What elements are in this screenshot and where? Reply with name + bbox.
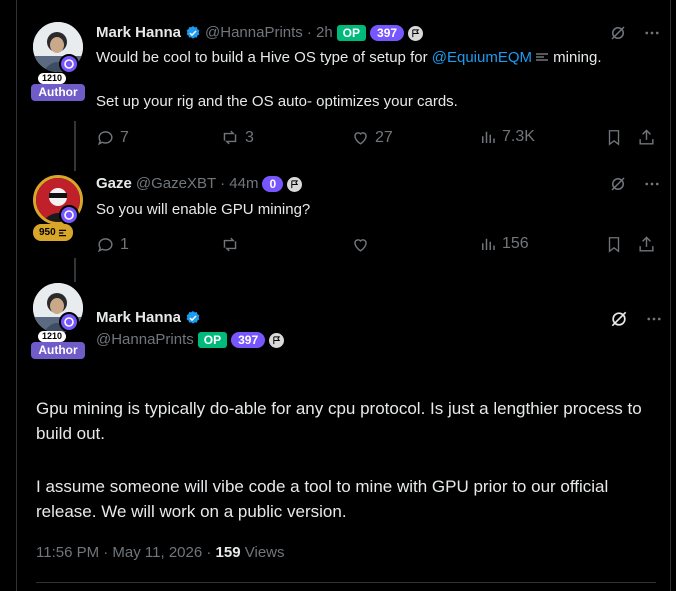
flag-icon bbox=[269, 332, 285, 348]
like-button[interactable] bbox=[351, 235, 375, 254]
equium-icon bbox=[64, 59, 74, 69]
equium-badge bbox=[59, 54, 79, 74]
flag-icon bbox=[408, 25, 424, 41]
author-badge: Author bbox=[31, 342, 85, 359]
repost-button[interactable] bbox=[220, 235, 245, 254]
tweet-time[interactable]: · 2h bbox=[307, 24, 333, 42]
conversation-column: 1210 Author Mark Hanna @HannaPrints · 2h… bbox=[16, 0, 671, 591]
level-badge: 397 bbox=[370, 25, 405, 41]
like-icon bbox=[354, 239, 367, 252]
thread-line-2 bbox=[74, 258, 76, 282]
share-icon[interactable] bbox=[637, 235, 656, 254]
tweet-text-part: Would be cool to build a Hive OS type of… bbox=[96, 49, 432, 66]
divider bbox=[36, 582, 656, 583]
display-name[interactable]: Gaze bbox=[96, 175, 132, 193]
equium-icon bbox=[536, 53, 549, 61]
grok-icon[interactable] bbox=[609, 24, 627, 42]
repost-icon bbox=[223, 130, 237, 145]
views-label: Views bbox=[244, 544, 285, 561]
tweet-time[interactable]: · 44m bbox=[220, 175, 258, 193]
grok-icon[interactable] bbox=[609, 309, 629, 329]
tweet-text: Would be cool to build a Hive OS type of… bbox=[96, 48, 666, 68]
equium-icon bbox=[58, 229, 66, 236]
equium-badge bbox=[59, 205, 79, 225]
tweet-header: Mark Hanna @HannaPrints · 2h OP 397 bbox=[96, 24, 424, 42]
avatar-count: 1210 bbox=[38, 331, 67, 342]
repost-button[interactable]: 3 bbox=[220, 128, 254, 147]
views-count: 156 bbox=[502, 235, 529, 252]
level-badge: 397 bbox=[231, 332, 266, 348]
op-badge: OP bbox=[336, 25, 367, 41]
repost-icon bbox=[223, 237, 237, 252]
views-total: 159 bbox=[215, 544, 241, 561]
like-icon bbox=[354, 132, 367, 145]
user-handle[interactable]: @HannaPrints bbox=[96, 331, 194, 349]
reply-button[interactable]: 1 bbox=[96, 235, 129, 254]
reply-count: 1 bbox=[120, 235, 129, 253]
verified-badge-icon bbox=[186, 26, 200, 39]
reply-icon bbox=[97, 238, 113, 253]
views-count: 7.3K bbox=[502, 128, 535, 145]
equium-badge bbox=[59, 312, 79, 332]
tweet-timestamp[interactable]: 11:56 PM · May 11, 2026 · bbox=[36, 544, 211, 561]
level-badge: 0 bbox=[262, 176, 284, 192]
reply-icon bbox=[97, 131, 113, 146]
flag-icon bbox=[287, 176, 303, 192]
author-badge: Author bbox=[31, 84, 85, 101]
views-button[interactable]: 7.3K bbox=[479, 128, 535, 146]
reply-button[interactable]: 7 bbox=[96, 128, 129, 147]
op-badge: OP bbox=[197, 332, 228, 348]
tweet-header: Mark Hanna bbox=[96, 309, 201, 327]
views-button[interactable]: 156 bbox=[479, 235, 529, 253]
display-name[interactable]: Mark Hanna bbox=[96, 309, 181, 327]
tweet-text-line2: Set up your rig and the OS auto- optimiz… bbox=[96, 93, 458, 110]
display-name[interactable]: Mark Hanna bbox=[96, 24, 181, 42]
equium-icon bbox=[64, 210, 74, 220]
verified-badge-icon bbox=[186, 311, 200, 324]
tweet-text-part: mining. bbox=[549, 49, 602, 66]
avatar-count: 1210 bbox=[38, 73, 67, 84]
reply-count: 7 bbox=[120, 128, 129, 146]
user-handle[interactable]: @HannaPrints bbox=[205, 24, 303, 42]
tweet-paragraph-1: Gpu mining is typically do-able for any … bbox=[36, 399, 642, 443]
thread-line-1 bbox=[74, 121, 76, 171]
bookmark-icon[interactable] bbox=[605, 235, 623, 254]
more-icon[interactable] bbox=[645, 310, 663, 328]
share-icon[interactable] bbox=[637, 128, 656, 147]
tweet-top-actions bbox=[609, 175, 661, 193]
gold-badge: 950 bbox=[33, 224, 73, 241]
tweet-top-actions bbox=[609, 309, 663, 329]
bookmark-icon[interactable] bbox=[605, 128, 623, 147]
tweet-meta: 11:56 PM · May 11, 2026 · 159 Views bbox=[36, 544, 285, 561]
more-icon[interactable] bbox=[643, 24, 661, 42]
equium-icon bbox=[64, 317, 74, 327]
views-icon bbox=[482, 131, 495, 143]
like-button[interactable]: 27 bbox=[351, 128, 393, 147]
repost-count: 3 bbox=[245, 128, 254, 146]
tweet-top-actions bbox=[609, 24, 661, 42]
views-icon bbox=[482, 238, 495, 250]
like-count: 27 bbox=[375, 128, 393, 146]
grok-icon[interactable] bbox=[609, 175, 627, 193]
more-icon[interactable] bbox=[643, 175, 661, 193]
user-handle[interactable]: @GazeXBT bbox=[136, 175, 216, 193]
tweet-subheader: @HannaPrints OP 397 bbox=[96, 331, 285, 349]
mention-link[interactable]: @EquiumEQM bbox=[432, 49, 532, 66]
tweet-text: So you will enable GPU mining? bbox=[96, 201, 311, 218]
gold-badge-count: 950 bbox=[39, 227, 56, 238]
tweet-paragraph-2: I assume someone will vibe code a tool t… bbox=[36, 477, 609, 521]
tweet-header: Gaze @GazeXBT · 44m 0 bbox=[96, 175, 303, 193]
